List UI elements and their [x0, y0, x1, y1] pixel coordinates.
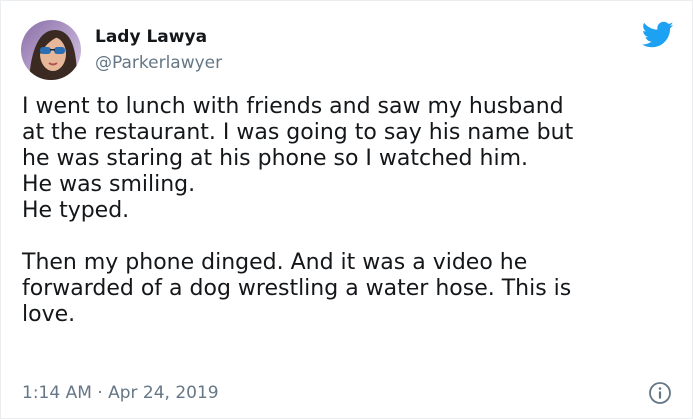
tweet-text-line: I went to lunch with friends and saw my …	[22, 94, 564, 119]
tweet-text-line: at the restaurant. I was going to say hi…	[22, 120, 574, 145]
tweet-text-line: love.	[22, 302, 76, 327]
tweet-text-line: He was smiling.	[22, 172, 196, 197]
tweet-text-line: he was staring at his phone so I watched…	[22, 146, 528, 171]
info-icon[interactable]	[648, 381, 672, 405]
tweet-card: Lady Lawya @Parkerlawyer I went to lunch…	[0, 0, 693, 419]
author-display-name[interactable]: Lady Lawya	[95, 27, 207, 47]
avatar[interactable]	[21, 20, 81, 80]
tweet-text: I went to lunch with friends and saw my …	[22, 94, 677, 328]
tweet-text-line: Then my phone dinged. And it was a video…	[22, 250, 528, 275]
avatar-photo	[21, 20, 81, 80]
author-handle[interactable]: @Parkerlawyer	[95, 53, 222, 73]
tweet-text-line: forwarded of a dog wrestling a water hos…	[22, 276, 572, 301]
tweet-text-line	[22, 224, 677, 250]
twitter-bird-icon[interactable]	[641, 21, 674, 49]
tweet-timestamp[interactable]: 1:14 AM · Apr 24, 2019	[22, 383, 219, 403]
tweet-text-line: He typed.	[22, 198, 130, 223]
